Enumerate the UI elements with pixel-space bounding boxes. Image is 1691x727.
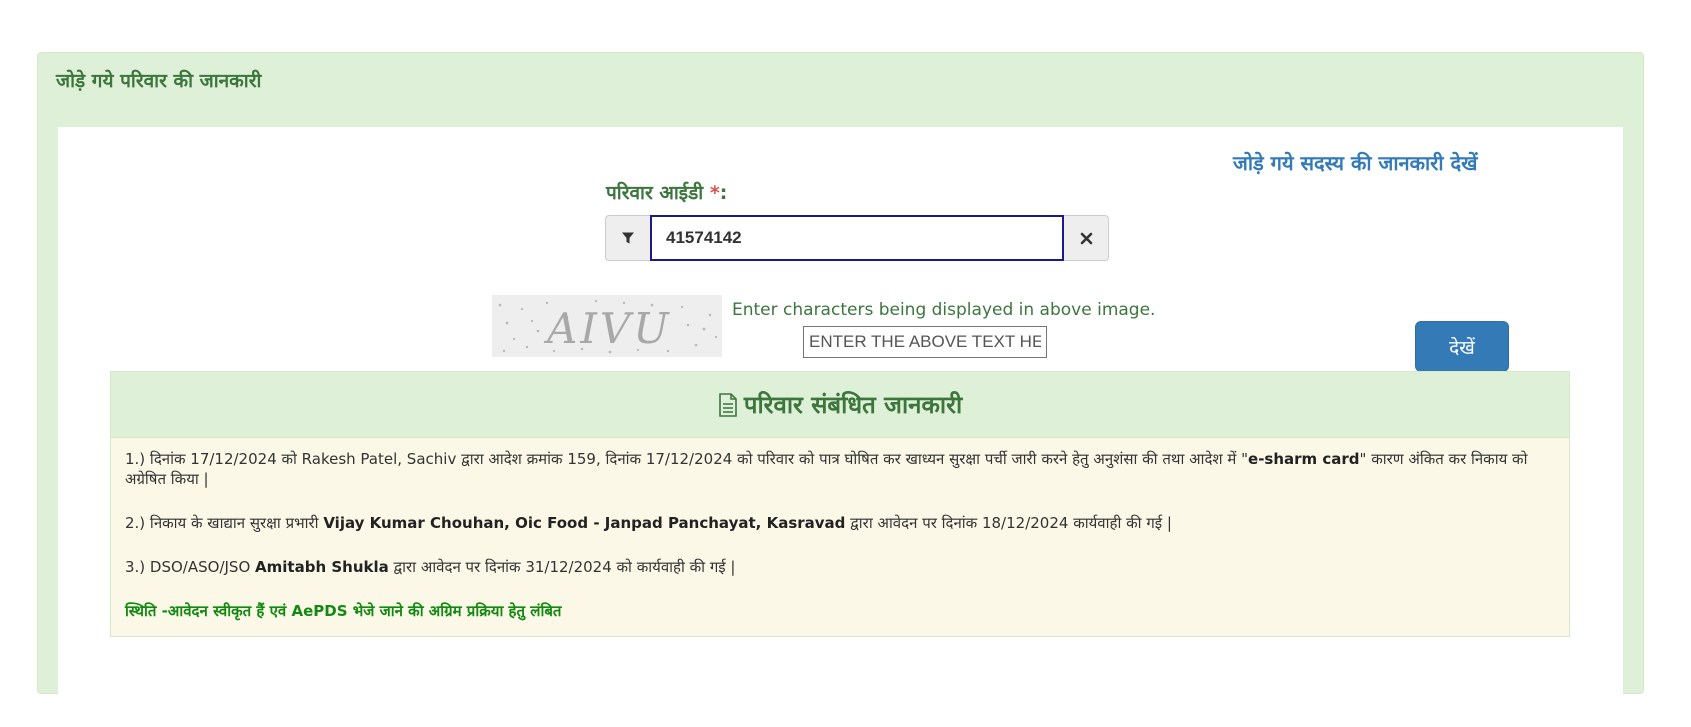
captcha-input[interactable] xyxy=(803,326,1047,358)
status-text: स्थिति -आवेदन स्वीकृत हैं एवं AePDS भेजे… xyxy=(125,602,562,620)
info-line-3-officer: Amitabh Shukla xyxy=(255,558,389,576)
close-icon[interactable] xyxy=(1064,215,1109,261)
family-id-label: परिवार आईडी *: xyxy=(606,179,727,205)
info-content: 1.) दिनांक 17/12/2024 को Rakesh Patel, S… xyxy=(111,438,1569,621)
info-line-2-tail: द्वारा आवेदन पर दिनांक 18/12/2024 कार्यव… xyxy=(845,514,1172,532)
filter-icon xyxy=(605,215,650,261)
info-line-3: 3.) DSO/ASO/JSO Amitabh Shukla द्वारा आव… xyxy=(125,557,1555,577)
info-line-1: 1.) दिनांक 17/12/2024 को Rakesh Patel, S… xyxy=(125,449,1555,489)
info-line-1-reason: e-sharm card xyxy=(1248,450,1360,468)
info-line-2-text: 2.) निकाय के खाद्यान सुरक्षा प्रभारी xyxy=(125,514,324,532)
panel-heading: जोड़े गये परिवार की जानकारी xyxy=(56,70,262,92)
captcha-text: AIVU xyxy=(543,304,672,353)
view-members-link[interactable]: जोड़े गये सदस्य की जानकारी देखें xyxy=(1233,149,1477,176)
family-id-input[interactable] xyxy=(650,215,1064,261)
family-id-label-text: परिवार आईडी xyxy=(606,182,710,204)
info-header: परिवार संबंधित जानकारी xyxy=(111,372,1569,438)
required-mark: * xyxy=(709,182,720,204)
family-info-box: परिवार संबंधित जानकारी 1.) दिनांक 17/12/… xyxy=(110,371,1570,637)
added-family-panel: जोड़े गये परिवार की जानकारी जोड़े गये सद… xyxy=(37,52,1644,727)
panel-body: जोड़े गये सदस्य की जानकारी देखें परिवार … xyxy=(58,127,1623,727)
info-line-3-tail: द्वारा आवेदन पर दिनांक 31/12/2024 को कार… xyxy=(388,558,736,576)
info-line-2: 2.) निकाय के खाद्यान सुरक्षा प्रभारी Vij… xyxy=(125,513,1555,533)
info-title: परिवार संबंधित जानकारी xyxy=(743,391,963,419)
info-line-1-text: 1.) दिनांक 17/12/2024 को Rakesh Patel, S… xyxy=(125,450,1249,468)
captcha-hint: Enter characters being displayed in abov… xyxy=(732,300,1156,320)
captcha-image: AIVU xyxy=(492,295,722,357)
info-line-2-officer: Vijay Kumar Chouhan, Oic Food - Janpad P… xyxy=(323,514,846,532)
info-line-3-text: 3.) DSO/ASO/JSO xyxy=(125,558,256,576)
view-button[interactable]: देखें xyxy=(1415,321,1509,372)
label-colon: : xyxy=(719,182,728,204)
document-icon xyxy=(719,392,737,417)
family-id-input-group xyxy=(605,215,1109,261)
